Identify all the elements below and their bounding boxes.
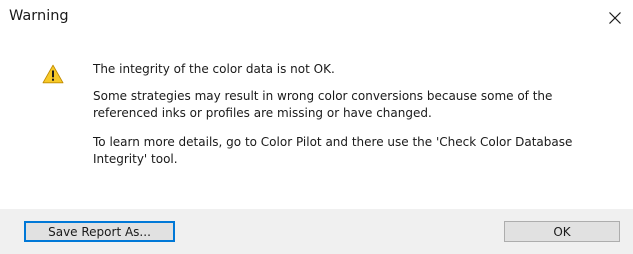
- title-bar: Warning: [0, 0, 633, 36]
- save-report-button[interactable]: Save Report As...: [24, 221, 175, 242]
- message-line: Some strategies may result in wrong colo…: [93, 89, 553, 103]
- close-button[interactable]: [597, 0, 633, 36]
- message-paragraph-details: To learn more details, go to Color Pilot…: [93, 134, 633, 168]
- message-area: The integrity of the color data is not O…: [9, 42, 633, 209]
- message-line: Integrity' tool.: [93, 152, 178, 166]
- warning-icon: [42, 64, 64, 84]
- message-line-integrity: The integrity of the color data is not O…: [93, 62, 335, 76]
- message-line: referenced inks or profiles are missing …: [93, 106, 432, 120]
- ok-button[interactable]: OK: [504, 221, 620, 242]
- message-line: To learn more details, go to Color Pilot…: [93, 135, 573, 149]
- message-paragraph-strategies: Some strategies may result in wrong colo…: [93, 88, 633, 122]
- window-title: Warning: [9, 8, 69, 24]
- button-bar: Save Report As... OK: [0, 209, 633, 254]
- warning-dialog: Warning The integrity of the color data …: [0, 0, 633, 254]
- close-icon: [609, 12, 621, 24]
